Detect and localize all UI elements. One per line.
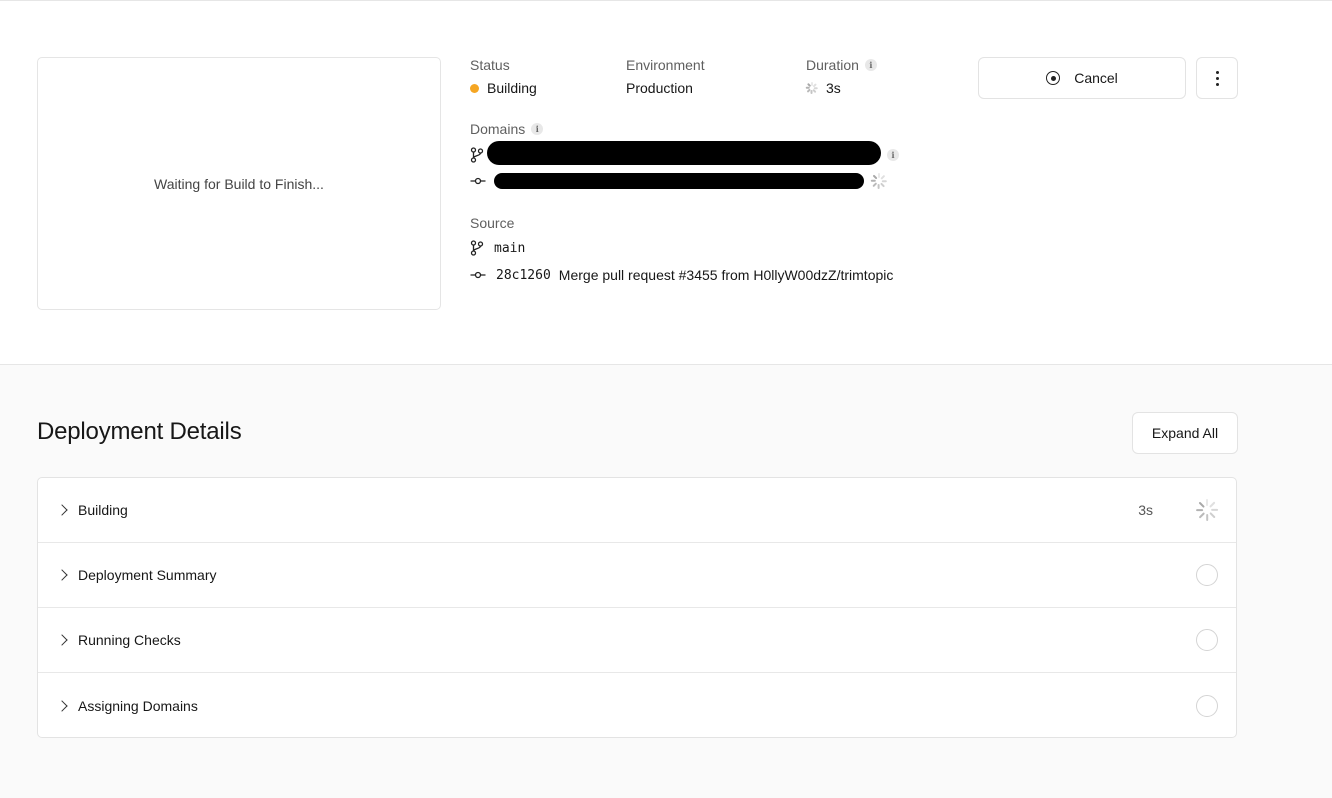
status-text: Building bbox=[487, 80, 537, 96]
chevron-right-icon bbox=[56, 699, 68, 712]
status-block: Status Building bbox=[470, 57, 537, 96]
step-deployment-summary[interactable]: Deployment Summary bbox=[38, 543, 1236, 608]
duration-label-text: Duration bbox=[806, 57, 859, 73]
deployment-overview: Waiting for Build to Finish... Status Bu… bbox=[0, 0, 1332, 365]
source-block: Source bbox=[470, 215, 514, 231]
spinner-tick bbox=[813, 89, 817, 93]
pending-circle-icon bbox=[1196, 629, 1218, 651]
source-branch-row: main bbox=[470, 239, 525, 257]
step-building[interactable]: Building 3s bbox=[38, 478, 1236, 543]
spinner-tick bbox=[882, 180, 888, 182]
pending-status bbox=[1196, 564, 1218, 586]
step-label: Deployment Summary bbox=[78, 567, 217, 583]
pending-status bbox=[1196, 629, 1218, 651]
git-branch-icon bbox=[470, 240, 484, 256]
spinner-tick bbox=[878, 184, 880, 189]
spinner-tick bbox=[871, 180, 876, 182]
source-branch-link[interactable]: main bbox=[494, 241, 525, 256]
source-commit-row: 28c1260 Merge pull request #3455 from H0… bbox=[470, 266, 893, 284]
spinner-tick bbox=[1196, 508, 1203, 512]
deployment-steps: Building 3s Deployment Summary Running C… bbox=[37, 477, 1237, 738]
expand-all-button[interactable]: Expand All bbox=[1132, 412, 1238, 454]
duration-label: Duration i bbox=[806, 57, 877, 73]
domains-label-text: Domains bbox=[470, 121, 526, 137]
step-label: Building bbox=[78, 502, 128, 518]
step-label: Assigning Domains bbox=[78, 697, 198, 714]
domains-block: Domains i bbox=[470, 121, 544, 137]
spinner-tick bbox=[880, 182, 886, 188]
spinner-tick bbox=[806, 87, 810, 89]
environment-label: Environment bbox=[626, 57, 705, 73]
spinner-tick bbox=[1209, 501, 1216, 508]
source-label: Source bbox=[470, 215, 515, 231]
commit-hash-link[interactable]: 28c1260 bbox=[496, 268, 551, 283]
spinner-tick bbox=[872, 182, 878, 188]
duration-spinner-icon bbox=[806, 82, 818, 94]
spinner-tick bbox=[872, 174, 878, 180]
domain-commit-row bbox=[470, 172, 486, 190]
step-label: Running Checks bbox=[78, 632, 181, 648]
spinner-tick bbox=[1209, 512, 1216, 519]
stop-icon bbox=[1046, 71, 1061, 85]
redacted-domain-1 bbox=[487, 141, 881, 165]
status-value: Building bbox=[470, 80, 537, 96]
status-label: Status bbox=[470, 57, 510, 73]
step-assigning-domains[interactable]: Assigning Domains bbox=[38, 673, 1236, 737]
git-branch-icon bbox=[470, 147, 484, 163]
domain-branch-row bbox=[470, 146, 484, 164]
chevron-right-icon bbox=[56, 504, 68, 516]
duration-info-icon[interactable]: i bbox=[864, 59, 877, 71]
deployment-details-title: Deployment Details bbox=[37, 418, 242, 445]
more-actions-button[interactable] bbox=[1196, 57, 1238, 99]
git-commit-icon bbox=[470, 177, 486, 185]
git-commit-icon bbox=[470, 271, 486, 279]
environment-block: Environment Production bbox=[626, 57, 705, 96]
duration-block: Duration i 3s bbox=[806, 57, 877, 96]
chevron-right-icon bbox=[56, 634, 68, 646]
duration-text: 3s bbox=[826, 80, 841, 96]
pending-status bbox=[1196, 694, 1218, 717]
spinner-tick bbox=[880, 174, 886, 180]
spinner-tick bbox=[878, 173, 880, 178]
chevron-right-icon bbox=[56, 569, 68, 581]
domains-label: Domains i bbox=[470, 121, 544, 137]
spinner-tick bbox=[1205, 499, 1209, 506]
step-duration: 3s bbox=[1138, 502, 1153, 518]
environment-value: Production bbox=[626, 80, 693, 96]
status-dot-icon bbox=[470, 83, 479, 93]
pending-circle-icon bbox=[1196, 694, 1218, 717]
redacted-domain-2 bbox=[494, 173, 864, 189]
spinner-tick bbox=[1198, 512, 1205, 519]
spinner-tick bbox=[814, 87, 818, 89]
deployment-preview: Waiting for Build to Finish... bbox=[37, 57, 441, 310]
step-running-checks[interactable]: Running Checks bbox=[38, 608, 1236, 673]
cancel-button-label: Cancel bbox=[1074, 70, 1118, 86]
spinner-tick bbox=[1211, 508, 1219, 512]
spinner-tick bbox=[1205, 514, 1209, 521]
commit-message-link[interactable]: Merge pull request #3455 from H0llyW00dz… bbox=[559, 267, 894, 283]
cancel-button[interactable]: Cancel bbox=[978, 57, 1186, 99]
domain-spinner-icon bbox=[871, 173, 888, 189]
spinner-tick bbox=[1198, 501, 1205, 508]
preview-waiting-text: Waiting for Build to Finish... bbox=[154, 175, 324, 192]
more-vertical-icon bbox=[1215, 70, 1219, 86]
domain-info-icon[interactable]: i bbox=[887, 149, 899, 161]
pending-circle-icon bbox=[1196, 564, 1218, 586]
loading-spinner-icon bbox=[1196, 499, 1219, 521]
duration-value: 3s bbox=[806, 80, 877, 96]
spinner-tick bbox=[811, 90, 813, 94]
expand-all-label: Expand All bbox=[1151, 425, 1219, 441]
domains-info-icon[interactable]: i bbox=[531, 123, 544, 135]
